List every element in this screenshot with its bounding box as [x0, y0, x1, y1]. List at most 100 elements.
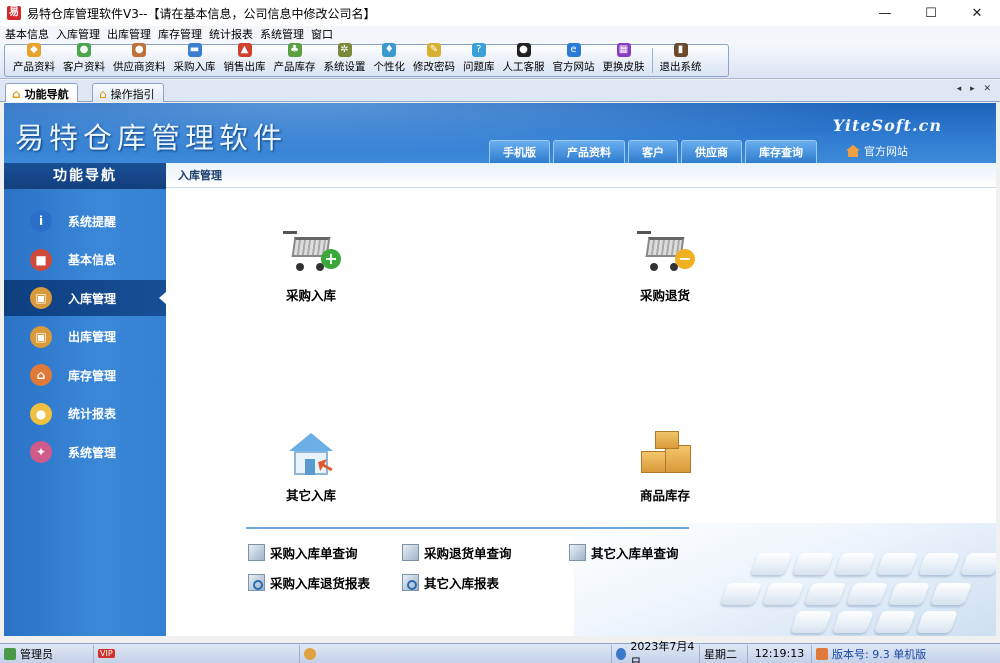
- banner-title: 易特仓库管理软件: [15, 121, 288, 155]
- status-version: 版本号: 9.3 单机版: [812, 645, 1000, 663]
- sidebar-item-outbound[interactable]: ▣ 出库管理: [4, 319, 166, 355]
- customer-icon: ●: [77, 43, 91, 57]
- toolbar: ◆ 产品资料 ● 客户资料 ● 供应商资料 ▬ 采购入库 ▲ 销售出库 ♣ 产品库存 ✲ 系统…: [0, 42, 1000, 79]
- banner-tab-customers[interactable]: 客户: [628, 140, 678, 163]
- keyboard-decoration: [574, 523, 996, 636]
- personalize-icon: ♦: [382, 43, 397, 57]
- section-divider: [246, 527, 689, 529]
- minimize-button[interactable]: —: [862, 0, 908, 26]
- tab-function-nav[interactable]: ⌂ 功能导航: [5, 83, 78, 102]
- menu-system[interactable]: 系统管理: [258, 26, 309, 42]
- banner-tabs: 手机版 产品资料 客户 供应商 库存查询: [489, 140, 817, 163]
- status-time: 12:19:13: [748, 644, 812, 663]
- sidebar-item-reports[interactable]: ● 统计报表: [4, 396, 166, 432]
- menu-inbound[interactable]: 入库管理: [54, 26, 105, 42]
- skin-icon: ▦: [616, 43, 631, 57]
- purchase-return-label: 采购退货: [639, 288, 690, 303]
- document-icon: [569, 544, 586, 561]
- menu-outbound[interactable]: 出库管理: [105, 26, 156, 42]
- purchase-return-item[interactable]: − 采购退货: [620, 229, 710, 304]
- menu-inventory[interactable]: 库存管理: [156, 26, 207, 42]
- purchase-in-label: 采购入库: [285, 288, 336, 303]
- document-tabs: ⌂ 功能导航 ⌂ 操作指引 ◂ ▸ ✕: [0, 80, 1000, 102]
- sidebar-item-label: 入库管理: [68, 291, 117, 306]
- toolbar-settings-button[interactable]: ✲ 系统设置: [320, 43, 370, 76]
- banner-brand: YiteSoft.cn: [832, 116, 942, 135]
- chat-icon: ●: [30, 402, 52, 425]
- purchase-in-query-link[interactable]: 采购入库单查询: [248, 543, 358, 562]
- document-icon: [248, 544, 265, 561]
- purchase-in-item[interactable]: + 采购入库: [266, 229, 356, 304]
- sidebar-item-system[interactable]: ✦ 系统管理: [4, 434, 166, 470]
- toolbar-website-button[interactable]: e 官方网站: [549, 43, 599, 76]
- close-button[interactable]: ✕: [954, 0, 1000, 26]
- qq-penguin-icon: ●: [516, 43, 531, 57]
- cart-remove-icon: −: [637, 229, 695, 279]
- avatar-icon: [304, 647, 316, 660]
- toolbar-skin-button[interactable]: ▦ 更换皮肤: [599, 43, 649, 76]
- stock-icon: ♣: [287, 43, 302, 57]
- tab-operation-guide[interactable]: ⌂ 操作指引: [92, 83, 164, 102]
- exit-door-icon: ▮: [673, 43, 688, 57]
- toolbar-product-button[interactable]: ◆ 产品资料: [9, 43, 59, 76]
- purchase-return-query-link[interactable]: 采购退货单查询: [402, 543, 512, 562]
- sidebar-item-system-reminder[interactable]: i 系统提醒: [4, 203, 166, 239]
- tab-home-icon: ⌂: [99, 86, 107, 101]
- menu-basic-info[interactable]: 基本信息: [3, 26, 54, 42]
- toolbar-password-button[interactable]: ✎ 修改密码: [409, 43, 459, 76]
- banner-tab-mobile[interactable]: 手机版: [489, 140, 550, 163]
- header-banner: 易特仓库管理软件 YiteSoft.cn 手机版 产品资料 客户 供应商 库存查…: [4, 103, 996, 163]
- warehouse-icon: ⌂: [30, 364, 52, 386]
- house-in-icon: [283, 429, 339, 479]
- status-weekday: 星期二: [700, 644, 748, 663]
- toolbar-group: ◆ 产品资料 ● 客户资料 ● 供应商资料 ▬ 采购入库 ▲ 销售出库 ♣ 产品库存 ✲ 系统…: [4, 43, 729, 77]
- app-logo-icon: 易: [7, 6, 21, 20]
- document-icon: [402, 544, 419, 561]
- sidebar-item-label: 库存管理: [68, 368, 117, 383]
- ie-icon: e: [566, 43, 581, 57]
- title-bar: 易 易特仓库管理软件V3--【请在基本信息，公司信息中修改公司名】 — ☐ ✕: [0, 0, 1000, 26]
- users-icon: [4, 647, 16, 660]
- banner-tab-products[interactable]: 产品资料: [553, 140, 625, 163]
- tab-navigation-buttons[interactable]: ◂ ▸ ✕: [957, 84, 994, 94]
- toolbar-sales-out-button[interactable]: ▲ 销售出库: [220, 43, 270, 76]
- sidebar-item-label: 统计报表: [68, 407, 117, 421]
- official-site-link[interactable]: 官方网站: [846, 143, 908, 159]
- info-icon: i: [30, 210, 52, 232]
- banner-tab-stock-query[interactable]: 库存查询: [745, 140, 817, 163]
- menu-reports[interactable]: 统计报表: [207, 26, 258, 42]
- toolbar-faq-button[interactable]: ? 问题库: [459, 43, 499, 76]
- breadcrumb: 入库管理: [166, 163, 996, 188]
- banner-tab-suppliers[interactable]: 供应商: [681, 140, 742, 163]
- toolbar-purchase-in-button[interactable]: ▬ 采购入库: [170, 43, 220, 76]
- supplier-icon: ●: [132, 43, 147, 57]
- other-in-report-link[interactable]: 其它入库报表: [402, 573, 499, 592]
- other-in-item[interactable]: 其它入库: [266, 429, 356, 504]
- status-date: 2023年7月4日: [612, 640, 700, 663]
- menu-window[interactable]: 窗口: [309, 26, 338, 42]
- faq-icon: ?: [471, 43, 486, 57]
- boxes-icon: [637, 429, 693, 479]
- toolbar-customer-button[interactable]: ● 客户资料: [59, 43, 109, 76]
- toolbar-exit-button[interactable]: ▮ 退出系统: [656, 43, 706, 76]
- toolbar-stock-button[interactable]: ♣ 产品库存: [270, 43, 320, 76]
- product-stock-label: 商品库存: [639, 488, 690, 503]
- window-controls: — ☐ ✕: [862, 0, 1000, 26]
- other-in-query-link[interactable]: 其它入库单查询: [569, 543, 679, 562]
- sidebar-item-inventory[interactable]: ⌂ 库存管理: [4, 357, 166, 393]
- status-empty: [300, 644, 612, 663]
- sidebar-item-label: 出库管理: [68, 330, 117, 344]
- maximize-button[interactable]: ☐: [908, 0, 954, 26]
- toolbar-personalize-button[interactable]: ♦ 个性化: [370, 43, 410, 76]
- product-stock-item[interactable]: 商品库存: [620, 429, 710, 504]
- tab-home-icon: ⌂: [12, 86, 21, 101]
- toolbar-support-button[interactable]: ● 人工客服: [499, 43, 549, 76]
- sidebar-item-label: 系统提醒: [68, 214, 117, 229]
- purchase-in-return-report-link[interactable]: 采购入库退货报表: [248, 573, 370, 592]
- toolbar-supplier-button[interactable]: ● 供应商资料: [109, 43, 170, 76]
- tools-icon: ✦: [30, 441, 52, 463]
- cart-icon: ▲: [237, 43, 252, 57]
- report-search-icon: [248, 574, 265, 591]
- sidebar-item-basic-info[interactable]: ■ 基本信息: [4, 242, 166, 278]
- sidebar-item-inbound[interactable]: ▣ 入库管理: [4, 280, 166, 316]
